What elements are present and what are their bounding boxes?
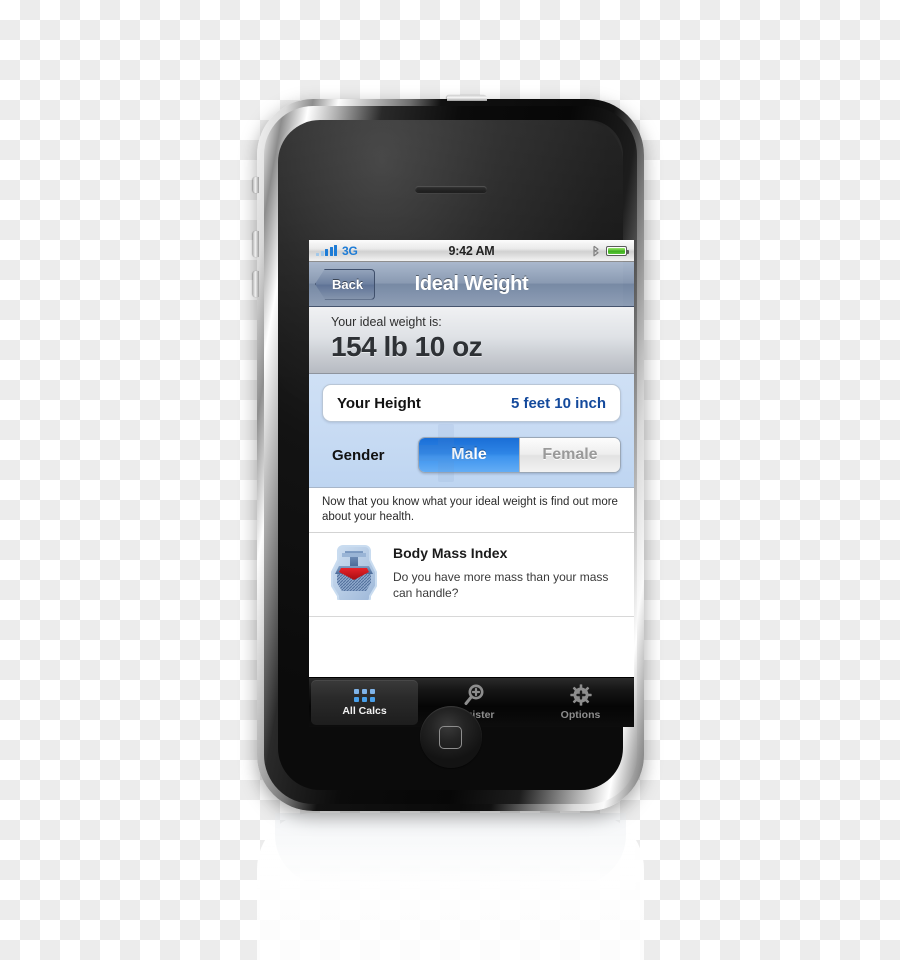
screenshot-canvas: 3G 9:42 AM Back Ideal Weight Your ideal … xyxy=(0,0,900,960)
status-clock: 9:42 AM xyxy=(448,243,495,258)
device-bezel: 3G 9:42 AM Back Ideal Weight Your ideal … xyxy=(264,106,637,804)
home-square-icon xyxy=(439,725,462,749)
promo-text: Body Mass Index Do you have more mass th… xyxy=(393,544,621,602)
promo-cell-body-mass-index[interactable]: Body Mass Index Do you have more mass th… xyxy=(309,533,634,618)
gender-option-male[interactable]: Male xyxy=(419,438,519,472)
anvil-icon xyxy=(331,545,377,601)
tab-options-label: Options xyxy=(560,709,601,721)
back-button[interactable]: Back xyxy=(315,268,376,300)
status-bar: 3G 9:42 AM xyxy=(309,240,634,262)
result-panel: Your ideal weight is: 154 lb 10 oz xyxy=(309,307,634,374)
tab-all-calcs[interactable]: All Calcs xyxy=(311,680,418,725)
navigation-bar: Back Ideal Weight xyxy=(309,262,634,307)
iphone-device: 3G 9:42 AM Back Ideal Weight Your ideal … xyxy=(253,95,644,811)
promo-title: Body Mass Index xyxy=(393,545,508,562)
height-field[interactable]: Your Height 5 feet 10 inch xyxy=(322,384,621,422)
magnifier-plus-icon xyxy=(464,684,483,705)
gear-plus-icon xyxy=(569,684,592,706)
volume-up-button[interactable] xyxy=(253,231,259,257)
gender-row: Gender Male Female xyxy=(322,437,621,473)
silent-switch[interactable] xyxy=(253,177,259,193)
result-value: 154 lb 10 oz xyxy=(331,331,483,362)
promo-description: Do you have more mass than your mass can… xyxy=(393,570,609,601)
battery-icon xyxy=(606,245,629,256)
bluetooth-icon xyxy=(593,245,599,256)
height-field-label: Your Height xyxy=(337,394,421,412)
back-button-label: Back xyxy=(332,276,364,292)
info-blurb: Now that you know what your ideal weight… xyxy=(309,488,634,534)
gender-option-female[interactable]: Female xyxy=(519,438,620,472)
device-face: 3G 9:42 AM Back Ideal Weight Your ideal … xyxy=(278,120,634,790)
gender-label: Gender xyxy=(332,446,385,464)
result-label: Your ideal weight is: xyxy=(331,315,442,329)
speaker-grille-icon xyxy=(414,186,487,193)
list-filler xyxy=(309,617,634,636)
volume-down-button[interactable] xyxy=(253,271,259,297)
status-right-group xyxy=(592,245,629,257)
home-button[interactable] xyxy=(419,706,482,768)
grid-icon xyxy=(354,688,375,702)
height-field-value: 5 feet 10 inch xyxy=(510,394,606,412)
gender-segmented-control[interactable]: Male Female xyxy=(418,437,621,473)
phone-screen: 3G 9:42 AM Back Ideal Weight Your ideal … xyxy=(309,240,634,727)
tab-all-calcs-label: All Calcs xyxy=(342,704,387,717)
tab-options[interactable]: Options xyxy=(527,678,634,727)
power-button[interactable] xyxy=(447,95,487,101)
input-panel: Your Height 5 feet 10 inch Gender Male F… xyxy=(309,374,634,488)
phone-reflection xyxy=(257,813,644,960)
